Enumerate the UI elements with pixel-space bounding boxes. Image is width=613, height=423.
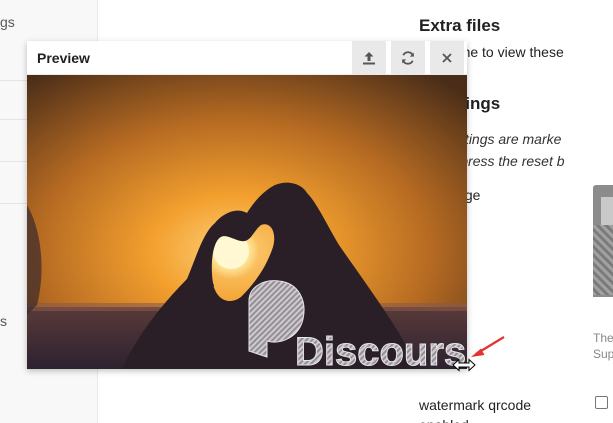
refresh-button[interactable] <box>391 41 425 75</box>
watermark-qrcode-checkbox[interactable] <box>595 396 608 409</box>
watermark-qrcode-label: watermark qrcode enabled <box>419 397 532 423</box>
annotation-arrow-icon <box>468 334 508 360</box>
sidebar-item-label[interactable]: gs <box>0 14 97 30</box>
preview-image: Discourse <box>27 75 467 369</box>
preview-title: Preview <box>37 50 90 66</box>
watermark-image-description: Sup <box>593 347 613 361</box>
watermark-image-description: The <box>593 331 613 345</box>
upload-button[interactable] <box>352 41 386 75</box>
resize-horizontal-icon <box>452 358 476 372</box>
extra-files-heading: Extra files <box>419 16 501 35</box>
watermark-text: Discourse <box>295 330 467 369</box>
preview-header: Preview <box>27 41 467 75</box>
preview-window: Preview Discours <box>27 41 467 369</box>
close-icon <box>441 52 453 64</box>
close-button[interactable] <box>430 41 464 75</box>
upload-icon <box>361 50 377 66</box>
watermark-image-thumbnail[interactable] <box>593 185 613 297</box>
refresh-icon <box>400 50 416 66</box>
